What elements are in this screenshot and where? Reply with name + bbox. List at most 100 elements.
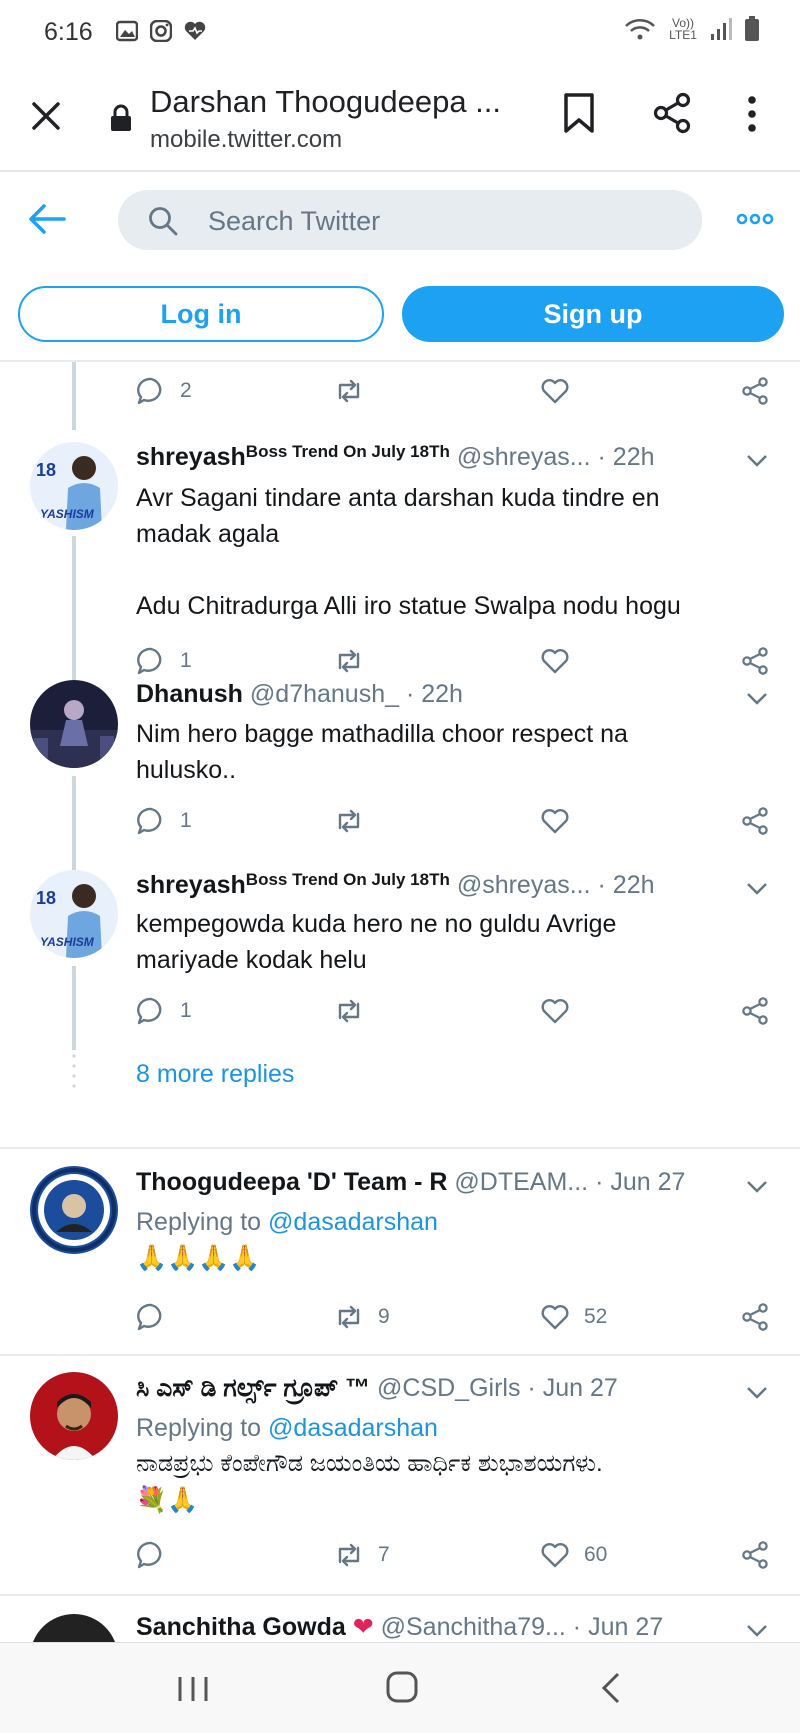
avatar[interactable]: 18 YASHISM xyxy=(30,870,118,958)
share-tweet-button[interactable] xyxy=(740,806,770,836)
like-button[interactable] xyxy=(540,996,584,1026)
chevron-down-icon[interactable] xyxy=(746,1624,768,1638)
share-tweet-button[interactable] xyxy=(740,1540,770,1570)
mention-link[interactable]: @dasadarshan xyxy=(268,1414,438,1442)
avatar[interactable] xyxy=(30,1166,118,1254)
heart-icon xyxy=(541,379,569,404)
home-icon[interactable] xyxy=(386,1671,418,1703)
retweet-icon xyxy=(338,1305,360,1329)
tweet-time[interactable]: · 22h xyxy=(598,443,655,471)
tweet[interactable]: Thoogudeepa 'D' Team - R @DTEAM... · Jun… xyxy=(0,1150,800,1354)
user-name[interactable]: ಸಿ ಎಸ್ ಡಿ ಗರ್ಲ್ಸ್ ಗ್ರೂಪ್ ™ xyxy=(136,1374,370,1402)
user-name[interactable]: shreyash xyxy=(136,443,246,471)
chevron-down-icon[interactable] xyxy=(746,692,768,706)
retweet-button[interactable] xyxy=(334,376,378,406)
heart-icon xyxy=(541,809,569,834)
user-handle[interactable]: @CSD_Girls xyxy=(377,1374,520,1402)
page-url: mobile.twitter.com xyxy=(150,126,343,153)
avatar[interactable]: 18 YASHISM xyxy=(30,442,118,530)
tweet-time[interactable]: · Jun 27 xyxy=(527,1374,617,1402)
retweet-button[interactable] xyxy=(334,646,378,676)
tweet-time[interactable]: · 22h xyxy=(598,871,655,899)
tweet-actions: 1 xyxy=(136,996,776,1032)
like-button[interactable] xyxy=(540,646,584,676)
chevron-down-icon[interactable] xyxy=(746,1386,768,1400)
retweet-button[interactable] xyxy=(334,806,378,836)
more-horizontal-icon[interactable] xyxy=(736,212,774,226)
tweet-header: ಸಿ ಎಸ್ ಡಿ ಗರ್ಲ್ಸ್ ಗ್ರೂಪ್ ™ @CSD_Girls · … xyxy=(136,1374,618,1403)
search-placeholder: Search Twitter xyxy=(208,206,381,236)
reply-button[interactable]: 2 xyxy=(136,376,192,406)
user-handle[interactable]: @d7hanush_ xyxy=(250,680,399,708)
avatar[interactable] xyxy=(30,1614,118,1642)
like-button[interactable] xyxy=(540,806,584,836)
tweet[interactable]: Dhanush @d7hanush_ · 22h Nim hero bagge … xyxy=(0,680,800,870)
wifi-icon xyxy=(625,19,655,40)
login-button[interactable]: Log in xyxy=(18,286,384,342)
user-handle[interactable]: @shreyas... xyxy=(457,443,591,471)
signup-button[interactable]: Sign up xyxy=(402,286,784,342)
tweet[interactable]: ಸಿ ಎಸ್ ಡಿ ಗರ್ಲ್ಸ್ ಗ್ರೂಪ್ ™ @CSD_Girls · … xyxy=(0,1356,800,1592)
share-tweet-button[interactable] xyxy=(740,646,770,676)
recent-apps-icon[interactable] xyxy=(176,1675,210,1703)
reply-button[interactable]: 1 xyxy=(136,646,192,676)
avatar[interactable] xyxy=(30,680,118,768)
back-icon[interactable] xyxy=(600,1671,622,1705)
share-icon xyxy=(742,997,768,1025)
thread-line xyxy=(72,966,76,1050)
avatar[interactable] xyxy=(30,1372,118,1460)
tweet[interactable]: Sanchitha Gowda ❤ @Sanchitha79... · Jun … xyxy=(0,1596,800,1642)
share-icon[interactable] xyxy=(652,92,692,134)
user-handle[interactable]: @shreyas... xyxy=(457,871,591,899)
like-count: 52 xyxy=(584,1305,608,1328)
svg-text:YASHISM: YASHISM xyxy=(40,935,95,949)
reply-icon xyxy=(137,1541,162,1569)
back-arrow-icon[interactable] xyxy=(28,202,66,236)
gallery-icon xyxy=(116,20,138,42)
status-bar: 6:16 Vo)) LTE1 xyxy=(0,0,800,62)
chevron-down-icon[interactable] xyxy=(746,882,768,896)
retweet-button[interactable]: 7 xyxy=(334,1540,390,1570)
retweet-button[interactable] xyxy=(334,996,378,1026)
bookmark-icon[interactable] xyxy=(562,92,596,134)
tweet-actions: 1 xyxy=(136,646,776,682)
svg-text:18: 18 xyxy=(36,888,56,908)
replying-to: Replying to @dasadarshan xyxy=(136,1204,756,1240)
more-replies-row[interactable]: 8 more replies xyxy=(0,1050,800,1112)
mention-link[interactable]: @dasadarshan xyxy=(268,1208,438,1236)
tweet[interactable]: 2 xyxy=(0,362,800,430)
user-handle[interactable]: @DTEAM... xyxy=(454,1168,588,1196)
share-tweet-button[interactable] xyxy=(740,996,770,1026)
user-name[interactable]: Thoogudeepa 'D' Team - R xyxy=(136,1168,447,1196)
like-button[interactable] xyxy=(540,376,584,406)
search-input[interactable]: Search Twitter xyxy=(118,190,702,250)
user-name[interactable]: Dhanush xyxy=(136,680,243,708)
like-button[interactable]: 52 xyxy=(540,1302,607,1332)
reply-button[interactable] xyxy=(136,1540,180,1570)
tweet-time[interactable]: · Jun 27 xyxy=(573,1613,663,1641)
reply-button[interactable]: 1 xyxy=(136,996,192,1026)
chevron-down-icon[interactable] xyxy=(746,454,768,468)
user-name[interactable]: shreyash xyxy=(136,871,246,899)
share-tweet-button[interactable] xyxy=(740,1302,770,1332)
more-replies-link[interactable]: 8 more replies xyxy=(136,1060,294,1089)
tweet-header: shreyashBoss Trend On July 18Th @shreyas… xyxy=(136,442,655,472)
like-button[interactable]: 60 xyxy=(540,1540,607,1570)
tweet-time[interactable]: · Jun 27 xyxy=(595,1168,685,1196)
reply-button[interactable]: 1 xyxy=(136,806,192,836)
more-vertical-icon[interactable] xyxy=(742,94,762,134)
tweet[interactable]: 18 YASHISM shreyashBoss Trend On July 18… xyxy=(0,870,800,1050)
reply-button[interactable] xyxy=(136,1302,180,1332)
close-icon[interactable] xyxy=(28,98,64,134)
chevron-down-icon[interactable] xyxy=(746,1180,768,1194)
tweet[interactable]: 18 YASHISM shreyashBoss Trend On July 18… xyxy=(0,430,800,680)
share-tweet-button[interactable] xyxy=(740,376,770,406)
retweet-button[interactable]: 9 xyxy=(334,1302,390,1332)
tweet-header: shreyashBoss Trend On July 18Th @shreyas… xyxy=(136,870,655,900)
user-handle[interactable]: @Sanchitha79... xyxy=(381,1613,566,1641)
user-name[interactable]: Sanchitha Gowda xyxy=(136,1613,346,1641)
share-icon xyxy=(742,1541,768,1569)
tweet-feed[interactable]: 2 18 YASHISM shreyashBoss Trend On July … xyxy=(0,362,800,1642)
retweet-count: 7 xyxy=(378,1543,390,1566)
tweet-time[interactable]: · 22h xyxy=(406,680,463,708)
